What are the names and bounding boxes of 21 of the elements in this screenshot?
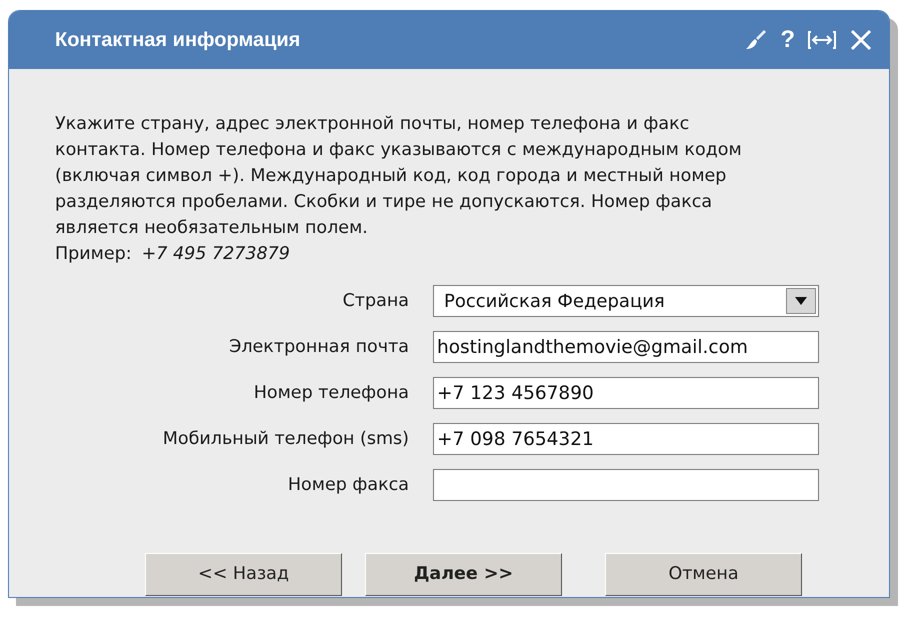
dialog-button[interactable]: << Назад — [145, 553, 342, 596]
dialog-button[interactable]: Отмена — [605, 553, 802, 596]
country-dropdown[interactable]: Российская Федерация — [433, 285, 819, 317]
brush-icon[interactable] — [744, 28, 768, 52]
field-label: Электронная почта — [228, 336, 410, 359]
input-field[interactable]: hostinglandthemovie@gmail.com — [433, 331, 819, 363]
example-value: +7 495 7273879 — [142, 243, 290, 266]
input-field[interactable]: +7 098 7654321 — [433, 423, 819, 455]
instructions-text: Укажите страну, адрес электронной почты, номер телефона и факс контакта. Номер телефона и факс указываются с международным кодом (включая символ +). Международный код, код города и местный номер разделяются пробелами. Скобки и тире не допускаются. Номер факса является необязательным полем. — [55, 113, 743, 240]
resize-icon[interactable] — [807, 29, 837, 51]
field-label: Номер телефона — [252, 382, 410, 405]
field-label: Мобильный телефон (sms) — [162, 428, 410, 451]
close-icon[interactable] — [849, 28, 873, 52]
input-field[interactable] — [433, 469, 819, 501]
window-title: Контактная информация — [55, 28, 302, 53]
help-button[interactable]: ? — [780, 22, 795, 58]
dialog-button[interactable]: Далее >> — [365, 553, 562, 596]
field-label: Страна — [342, 290, 410, 313]
example-label: Пример: — [55, 243, 132, 266]
input-field[interactable]: +7 123 4567890 — [433, 377, 819, 409]
field-label: Номер факса — [286, 474, 410, 497]
